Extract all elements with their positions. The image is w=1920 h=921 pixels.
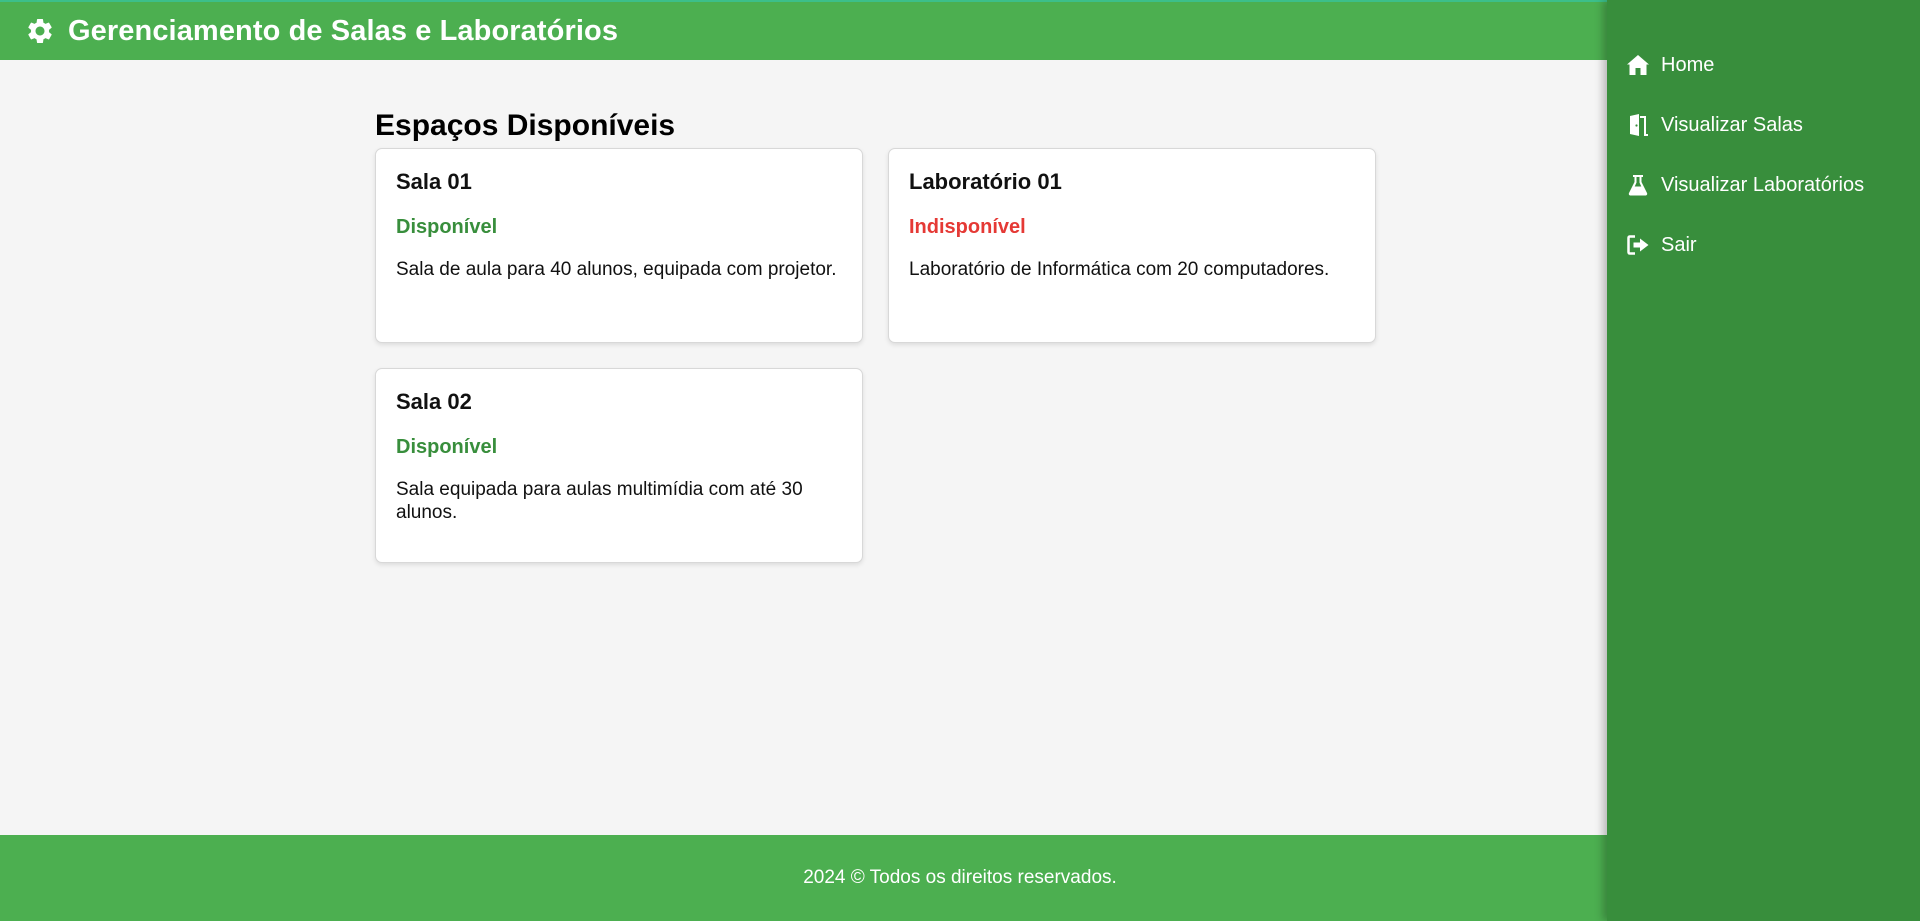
- status-badge: Indisponível: [909, 216, 1026, 238]
- page-title: Espaços Disponíveis: [375, 109, 676, 142]
- status-badge: Disponível: [396, 436, 498, 458]
- space-card-description: Sala de aula para 40 alunos, equipada co…: [396, 259, 837, 280]
- sidebar-item-label: Sair: [1661, 233, 1697, 256]
- space-card-sala-01[interactable]: Sala 01 Disponível Sala de aula para 40 …: [375, 148, 863, 343]
- door-icon: [1625, 112, 1651, 138]
- space-card-description: Sala equipada para aulas multimídia com …: [396, 479, 803, 523]
- logout-icon: [1625, 232, 1651, 258]
- space-card-description: Laboratório de Informática com 20 comput…: [909, 259, 1330, 280]
- sidebar-item-visualizar-salas[interactable]: Visualizar Salas: [1607, 95, 1920, 155]
- sidebar: Home Visualizar Salas Visualizar Laborat…: [1607, 0, 1920, 921]
- app-title: Gerenciamento de Salas e Laboratórios: [68, 14, 619, 47]
- status-badge: Disponível: [396, 216, 498, 238]
- gear-icon: [24, 15, 56, 47]
- sidebar-item-home[interactable]: Home: [1607, 35, 1920, 95]
- space-card-sala-02[interactable]: Sala 02 Disponível Sala equipada para au…: [375, 368, 863, 563]
- sidebar-item-sair[interactable]: Sair: [1607, 215, 1920, 275]
- home-icon: [1625, 52, 1651, 78]
- sidebar-item-visualizar-laboratorios[interactable]: Visualizar Laboratórios: [1607, 155, 1920, 215]
- sidebar-item-label: Home: [1661, 53, 1715, 76]
- space-card-title: Sala 01: [396, 169, 472, 194]
- space-card-title: Laboratório 01: [909, 169, 1062, 194]
- flask-icon: [1625, 172, 1651, 198]
- main-content: Espaços Disponíveis Sala 01 Disponível S…: [375, 106, 1385, 563]
- sidebar-item-label: Visualizar Salas: [1661, 113, 1803, 136]
- sidebar-item-label: Visualizar Laboratórios: [1661, 173, 1865, 196]
- footer-copyright: 2024 © Todos os direitos reservados.: [803, 867, 1117, 888]
- space-card-title: Sala 02: [396, 389, 472, 414]
- space-card-laboratorio-01[interactable]: Laboratório 01 Indisponível Laboratório …: [888, 148, 1376, 343]
